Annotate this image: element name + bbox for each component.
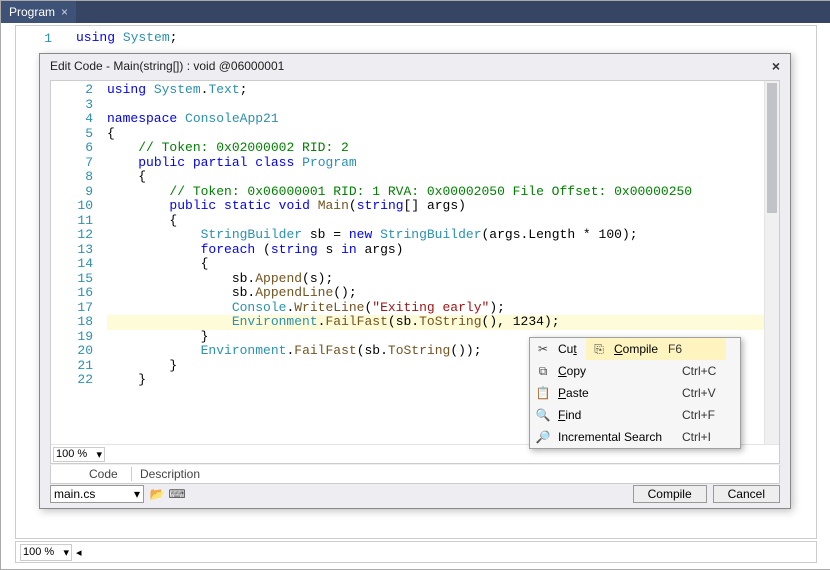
tab-label: Program	[9, 5, 55, 19]
close-icon[interactable]: ×	[772, 58, 780, 74]
folder-open-icon[interactable]: 📂	[150, 487, 164, 501]
chevron-down-icon: ▾	[63, 546, 69, 559]
col-description[interactable]: Description	[132, 467, 208, 481]
menu-label: Copy	[556, 364, 682, 378]
dialog-footer: main.cs ▾ 📂 ⌨ Compile Cancel	[50, 484, 780, 504]
chevron-down-icon: ▾	[134, 487, 140, 501]
menu-icon: ⎘	[586, 342, 612, 357]
vertical-scrollbar[interactable]	[764, 81, 779, 445]
menu-icon: ✂	[530, 342, 556, 356]
menu-label: Compile	[612, 342, 668, 356]
context-menu: ⎘CompileF6✂CutCtrl+X⧉CopyCtrl+C📋PasteCtr…	[529, 337, 741, 449]
cancel-button[interactable]: Cancel	[713, 485, 780, 503]
col-code[interactable]: Code	[81, 467, 132, 481]
menu-item-paste[interactable]: 📋PasteCtrl+V	[530, 382, 740, 404]
code-line: using System;	[76, 30, 177, 45]
scroll-left-icon[interactable]: ◂	[76, 546, 82, 559]
dialog-title: Edit Code - Main(string[]) : void @06000…	[50, 59, 284, 73]
zoom-dropdown[interactable]: 100 % ▾	[20, 544, 72, 561]
keyboard-icon[interactable]: ⌨	[170, 487, 184, 501]
menu-icon: ⧉	[530, 364, 556, 379]
menu-icon: 📋	[530, 386, 556, 400]
menu-item-find[interactable]: 🔍FindCtrl+F	[530, 404, 740, 426]
line-numbers: 2345678910111213141516171819202122	[51, 81, 103, 445]
menu-item-copy[interactable]: ⧉CopyCtrl+C	[530, 360, 740, 382]
line-number: 1	[16, 30, 62, 48]
outer-zoom-bar: 100 % ▾ ◂	[15, 541, 817, 563]
dialog-titlebar[interactable]: Edit Code - Main(string[]) : void @06000…	[40, 54, 790, 78]
compile-button[interactable]: Compile	[633, 485, 707, 503]
tab-program[interactable]: Program ×	[1, 1, 76, 23]
error-list-header: Code Description	[50, 465, 780, 484]
filename-combo[interactable]: main.cs ▾	[50, 485, 144, 503]
menu-shortcut: Ctrl+I	[682, 430, 740, 444]
close-icon[interactable]: ×	[61, 5, 68, 19]
menu-item-incremental-search[interactable]: 🔎Incremental SearchCtrl+I	[530, 426, 740, 448]
menu-label: Find	[556, 408, 682, 422]
tab-bar: Program ×	[1, 1, 830, 23]
menu-shortcut: Ctrl+V	[682, 386, 740, 400]
menu-item-compile[interactable]: ⎘CompileF6	[586, 338, 726, 360]
menu-icon: 🔍	[530, 408, 556, 422]
menu-shortcut: F6	[668, 342, 726, 356]
chevron-down-icon: ▾	[96, 448, 102, 461]
menu-label: Incremental Search	[556, 430, 682, 444]
menu-label: Paste	[556, 386, 682, 400]
menu-icon: 🔎	[530, 430, 556, 444]
editor-zoom-dropdown[interactable]: 100 % ▾	[53, 447, 105, 462]
menu-shortcut: Ctrl+C	[682, 364, 740, 378]
menu-shortcut: Ctrl+F	[682, 408, 740, 422]
